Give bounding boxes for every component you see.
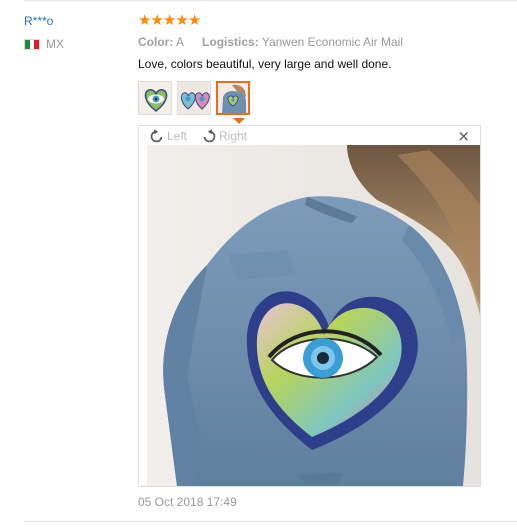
review-photo: [147, 145, 480, 486]
reviewer-name[interactable]: R***o: [24, 14, 53, 28]
mexico-flag-icon: [24, 38, 40, 50]
heart-eye-patch-pair-thumb[interactable]: [177, 81, 211, 115]
rotate-left-icon: [150, 129, 163, 143]
photo-thumbnails: [138, 81, 250, 115]
rotate-left-label: Left: [167, 129, 188, 143]
star-icon: ★: [175, 11, 189, 29]
reviewer-country: MX: [24, 37, 64, 51]
rotate-right-icon: [203, 129, 216, 143]
photo-viewer: Left Right ×: [138, 125, 481, 487]
color-label: Color:: [138, 35, 174, 49]
logistics-value: Yanwen Economic Air Mail: [261, 35, 403, 49]
star-icon: ★: [162, 11, 177, 29]
star-rating: ★ ★ ★ ★ ★: [138, 11, 202, 29]
star-icon: ★: [138, 11, 152, 29]
star-icon: ★: [187, 11, 202, 29]
denim-jacket-thumb[interactable]: [216, 81, 250, 115]
logistics-label: Logistics:: [202, 35, 259, 49]
country-code: MX: [46, 37, 64, 51]
close-viewer-button[interactable]: ×: [457, 127, 470, 145]
top-divider: [24, 0, 517, 1]
heart-eye-patch-thumb[interactable]: [138, 81, 172, 115]
rotate-left-button[interactable]: Left: [149, 128, 187, 144]
star-icon: ★: [150, 11, 164, 29]
order-meta: Color: A Logistics: Yanwen Economic Air …: [138, 35, 403, 49]
rotate-right-button[interactable]: Right: [201, 128, 247, 144]
color-value: A: [176, 35, 184, 49]
review-text: Love, colors beautiful, very large and w…: [138, 57, 392, 71]
review-date: 05 Oct 2018 17:49: [138, 495, 237, 509]
active-thumb-indicator: [233, 118, 245, 124]
rotate-right-label: Right: [219, 129, 248, 143]
bottom-divider: [24, 521, 517, 522]
